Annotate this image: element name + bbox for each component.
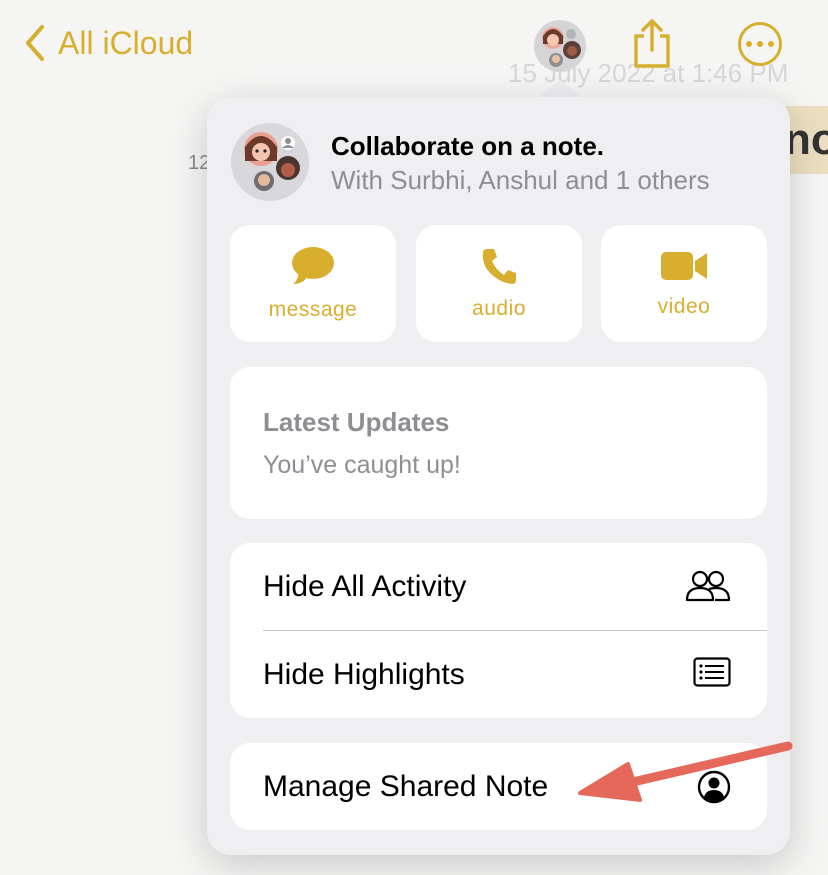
phone-icon [482, 248, 516, 284]
message-label: message [268, 297, 358, 321]
collaborate-title: Collaborate on a note. [331, 131, 605, 161]
collaborators-icon [244, 132, 300, 191]
message-bubble-icon [292, 246, 334, 284]
list-icon [693, 657, 731, 687]
back-button[interactable]: All iCloud [24, 24, 193, 62]
video-label: video [657, 294, 711, 318]
manage-shared-note-label: Manage Shared Note [263, 770, 549, 803]
hide-highlights-label: Hide Highlights [263, 658, 465, 691]
video-camera-icon [661, 251, 707, 280]
hide-highlights-item[interactable]: Hide Highlights [230, 631, 767, 718]
hide-all-activity-item[interactable]: Hide All Activity [230, 543, 767, 631]
chevron-left-icon [26, 25, 44, 61]
video-button[interactable]: video [601, 225, 767, 342]
latest-updates-subtitle: You’ve caught up! [263, 451, 461, 479]
latest-updates-card: Latest Updates You’ve caught up! [230, 367, 767, 519]
collaboration-popover: Collaborate on a note. With Surbhi, Ansh… [207, 97, 790, 855]
latest-updates-title: Latest Updates [263, 407, 450, 437]
manage-shared-note-item[interactable]: Manage Shared Note [230, 743, 767, 830]
people-icon [685, 570, 731, 602]
more-button[interactable] [738, 22, 782, 66]
audio-label: audio [472, 296, 526, 320]
group-avatar [231, 123, 309, 201]
person-circle-icon [697, 770, 731, 804]
hide-all-activity-label: Hide All Activity [263, 570, 467, 603]
message-button[interactable]: message [230, 225, 396, 342]
collaborators-avatar-button[interactable] [534, 20, 586, 72]
audio-button[interactable]: audio [416, 225, 582, 342]
share-icon [634, 19, 670, 68]
group-avatar-icon [542, 27, 581, 67]
activity-menu: Hide All Activity Hide Highlights [230, 543, 767, 718]
ellipsis-icon [746, 41, 752, 47]
share-button[interactable] [630, 18, 674, 75]
collaborate-subtitle: With Surbhi, Anshul and 1 others [331, 165, 710, 195]
back-label: All iCloud [58, 24, 194, 61]
